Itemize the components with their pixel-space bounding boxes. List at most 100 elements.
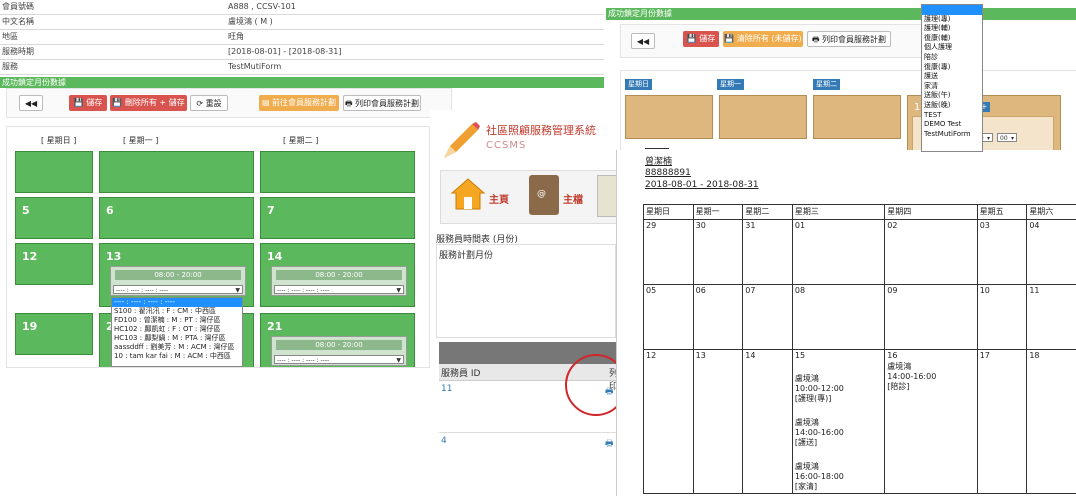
reset-button[interactable]: ⟳ 重設	[190, 95, 228, 111]
dropdown-option[interactable]: S100 : 翟汛汛 : F : CM : 中西區	[112, 307, 242, 316]
dropdown-option[interactable]: 陪診	[922, 53, 982, 63]
right-top-panel: 成功鎖定月份數據 ◀◀ 💾 儲存 💾 清除所有 (未儲存) 🖶 列印會員服務計劃…	[606, 4, 1076, 156]
date-cell: 18	[1026, 349, 1076, 494]
home-link[interactable]	[450, 177, 486, 215]
time-slot-label: 08:00 - 20:00	[276, 270, 402, 280]
dropdown-option[interactable]: TEST	[922, 111, 982, 121]
dropdown-option[interactable]: 10 : tam kar fai : M : ACM : 中西區	[112, 352, 242, 361]
save-button-right[interactable]: 💾 儲存	[683, 31, 719, 47]
weekday-header: [ 星期一 ]	[123, 136, 159, 145]
dropdown-option[interactable]: 護理(輔)	[922, 24, 982, 34]
day-cell[interactable]	[625, 95, 713, 139]
day-cell[interactable]: 7	[260, 197, 415, 239]
staff-select[interactable]: ---- : ---- : ---- : ---- ▼	[274, 285, 404, 294]
goto-plan-button[interactable]: ▤ 前往會員服務計劃	[259, 95, 339, 111]
dropdown-option[interactable]: 送飯(晚)	[922, 101, 982, 111]
time-slot-box: 08:00 - 20:00 ---- : ---- : ---- : ---- ▼	[271, 336, 407, 366]
right-calendar: 星期日 星期一 星期二 1 + 19▾ 00▾	[620, 70, 1076, 156]
dropdown-option[interactable]: 復康(輔)	[922, 34, 982, 44]
weekday-header: 星期日	[643, 204, 694, 220]
back-button[interactable]: ◀◀	[19, 95, 43, 111]
info-row: 服務時期 [2018-08-01] - [2018-08-31]	[0, 45, 604, 60]
info-row: 中文名稱 盧境鴻 ( M )	[0, 15, 604, 30]
print-calendar: 星期日 星期一 星期二 星期三 星期四 星期五 星期六 29 30 31 01 …	[643, 204, 1076, 494]
weekday-header: [ 星期日 ]	[41, 136, 77, 145]
date-cell: 15 盧境鴻 10:00-12:00 [護理(專)] 盧境鴻 14:00-16:00[…	[791, 349, 886, 494]
sheet-subtitle: 服務計劃月份	[439, 251, 494, 261]
dropdown-option[interactable]	[922, 5, 982, 15]
chevron-down-icon: ▼	[396, 357, 401, 364]
date-cell: 05	[643, 284, 694, 350]
dropdown-option[interactable]: HC103 : 鄺梨鍋 : M : PTA : 灣仔區	[112, 334, 242, 343]
day-cell[interactable]	[260, 151, 415, 193]
day-cell[interactable]: 12	[15, 243, 93, 285]
file-label[interactable]: 主檔	[563, 191, 583, 206]
dropdown-option[interactable]: 送飯(午)	[922, 91, 982, 101]
ccsms-panel: 社區照顧服務管理系統 CCSMS 主頁 @ 主檔 服務員時間表 (月份) 服務計…	[430, 110, 619, 340]
day-cell[interactable]: 21 08:00 - 20:00 ---- : ---- : ---- : --…	[260, 313, 415, 367]
dropdown-option[interactable]: FD100 : 曾潔楠 : M : PT : 灣仔區	[112, 316, 242, 325]
dropdown-option[interactable]: ---- : ---- : ---- : ----	[112, 298, 242, 307]
date-cell: 31	[742, 219, 793, 285]
date-cell: 02	[884, 219, 978, 285]
weekday-header: 星期五	[976, 204, 1028, 220]
print-plan-button[interactable]: 🖶 列印會員服務計劃	[343, 95, 421, 111]
day-cell[interactable]	[813, 95, 901, 139]
week-row: 29 30 31 01 02 03 04	[643, 219, 1076, 285]
day-cell[interactable]: 19	[15, 313, 93, 355]
date-cell: 09	[884, 284, 978, 350]
day-cell[interactable]	[719, 95, 807, 139]
dropdown-option[interactable]: 復康(專)	[922, 63, 982, 73]
dropdown-option[interactable]: aassddff : 劉美芳 : M : ACM : 灣仔區	[112, 343, 242, 352]
minute-select[interactable]: 00 ▾	[997, 133, 1017, 142]
save-button[interactable]: 💾 儲存	[69, 95, 107, 111]
service-dropdown-list[interactable]: 護理(專) 護理(輔) 復康(輔) 個人護理 陪診 復康(專) 護送 家清 送飯…	[921, 4, 983, 152]
time-slot-label: 08:00 - 20:00	[276, 340, 402, 350]
system-title: 社區照顧服務管理系統	[486, 124, 596, 137]
pencil-icon	[444, 122, 480, 158]
dropdown-option[interactable]: 個人護理	[922, 43, 982, 53]
clear-all-button[interactable]: 💾 清除所有 (未儲存)	[723, 31, 803, 47]
print-plan-button-right[interactable]: 🖶 列印會員服務計劃	[807, 31, 891, 47]
success-banner: 成功鎖定月份數據	[0, 77, 604, 88]
date-cell: 30	[692, 219, 744, 285]
event-entry: 盧境鴻 16:00-18:00 [家清]	[794, 462, 844, 491]
date-cell: 16 盧境鴻 14:00-16:00 [陪診]	[884, 349, 978, 494]
weekday-header: [ 星期二 ]	[283, 136, 319, 145]
dropdown-option[interactable]: HC102 : 鄺凱虹 : F : OT : 灣仔區	[112, 325, 242, 334]
day-cell[interactable]: 6	[99, 197, 254, 239]
date-cell: 03	[976, 219, 1028, 285]
staff-id-link[interactable]: 11	[441, 384, 452, 394]
dropdown-option[interactable]: 護理(專)	[922, 15, 982, 25]
delete-all-save-button[interactable]: 💾 刪除所有 + 儲存	[110, 95, 187, 111]
table-header-id: 服務員 ID	[441, 369, 481, 379]
staff-select[interactable]: ---- : ---- : ---- : ---- ▼	[113, 285, 243, 294]
day-cell[interactable]	[15, 151, 93, 193]
file-book-icon[interactable]: @	[529, 175, 559, 215]
dropdown-option[interactable]: TestMutiForm	[922, 130, 982, 140]
day-cell[interactable]: 5	[15, 197, 93, 239]
home-label[interactable]: 主頁	[489, 191, 509, 206]
printer-icon[interactable]: 🖶	[605, 436, 614, 452]
staff-name: 曾潔楠	[645, 157, 673, 167]
chevron-down-icon: ▼	[396, 287, 401, 294]
date-cell: 10	[976, 284, 1028, 350]
day-cell[interactable]: 14 08:00 - 20:00 ---- : ---- : ---- : --…	[260, 243, 415, 307]
date-cell: 14	[742, 349, 793, 494]
sheet-box: 服務計劃月份	[436, 244, 616, 338]
info-row: 服務 TestMutiForm	[0, 60, 604, 75]
back-button-right[interactable]: ◀◀	[631, 33, 655, 49]
date-cell: 01	[791, 219, 886, 285]
left-calendar: [ 星期日 ] [ 星期一 ] [ 星期二 ] 5 6 7 12 13 08:0…	[6, 126, 430, 368]
weekday-row: 星期日 星期一 星期二 星期三 星期四 星期五 星期六	[643, 204, 1076, 220]
info-row: 會員號碼 A888 , CCSV-101	[0, 0, 604, 15]
weekday-header: 星期二	[742, 204, 793, 220]
staff-id-link[interactable]: 4	[441, 436, 447, 446]
staff-select[interactable]: ---- : ---- : ---- : ---- ▼	[274, 355, 404, 364]
day-cell[interactable]	[99, 151, 254, 193]
dropdown-option[interactable]: DEMO Test	[922, 120, 982, 130]
dropdown-option[interactable]: 護送	[922, 72, 982, 82]
dropdown-option[interactable]: 家清	[922, 82, 982, 92]
staff-dropdown-list[interactable]: ---- : ---- : ---- : ---- S100 : 翟汛汛 : F…	[111, 297, 243, 367]
date-cell: 13	[692, 349, 744, 494]
